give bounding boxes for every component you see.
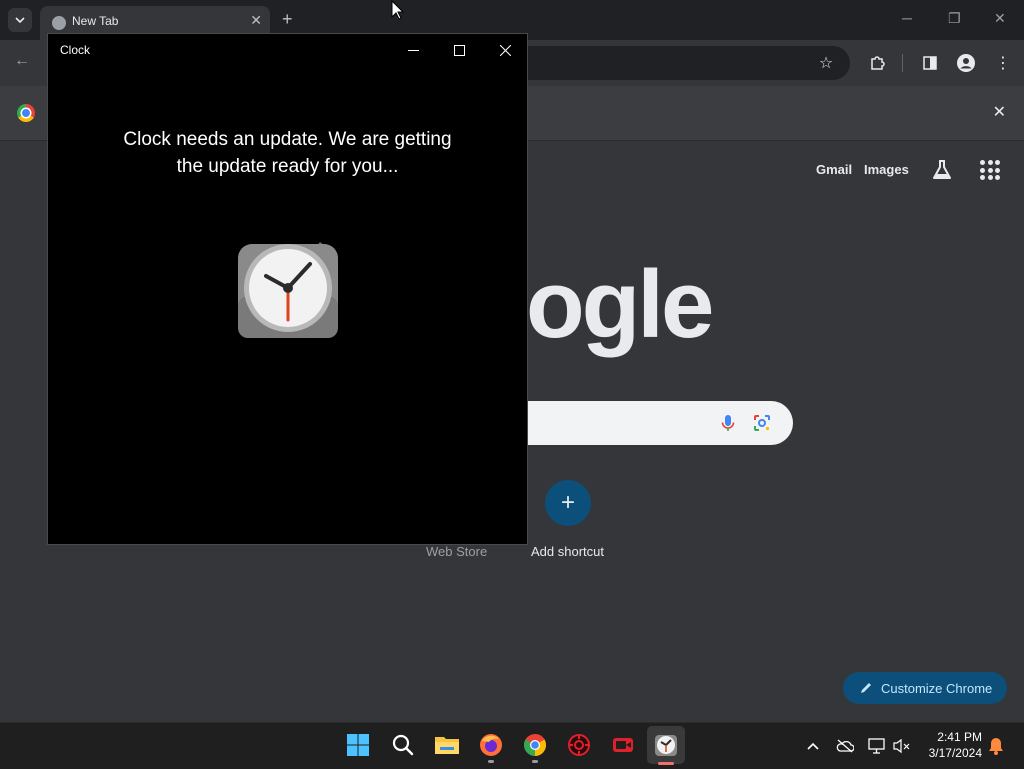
start-button[interactable] [344,731,372,759]
system-time: 2:41 PM [937,730,982,744]
pencil-icon [861,683,871,693]
images-link[interactable]: Images [864,162,909,177]
update-message-line1: Clock needs an update. We are getting [123,129,452,150]
update-message-line2: the update ready for you... [176,156,399,177]
profile-avatar-icon[interactable] [955,52,977,74]
firefox-button[interactable] [477,731,505,763]
clock-window-title: Clock [60,43,91,57]
side-panel-icon[interactable] [919,52,941,74]
gmail-link[interactable]: Gmail [816,162,852,177]
google-apps-icon[interactable] [980,160,1000,180]
mouse-cursor-icon [391,0,405,20]
notification-bell-icon[interactable] [987,737,1005,755]
taskbar: 2:41 PM 3/17/2024 [0,722,1024,769]
running-indicator [488,760,494,763]
active-indicator [658,762,674,765]
clock-close-icon[interactable] [482,34,528,66]
onedrive-offline-icon[interactable] [836,737,854,755]
recorder-icon [613,738,633,752]
customize-chrome-button[interactable]: Customize Chrome [843,672,1007,704]
taskbar-search-button[interactable] [389,731,417,759]
file-explorer-button[interactable] [433,731,461,759]
chrome-logo-icon [17,104,35,122]
back-arrow-icon[interactable]: ← [14,52,30,70]
window-close-icon[interactable]: ✕ [994,10,1006,27]
search-icon [392,734,414,756]
update-message: Clock needs an update. We are getting th… [48,126,527,180]
recorder-app-button[interactable] [609,731,637,759]
labs-flask-icon[interactable] [930,158,954,182]
extensions-puzzle-icon[interactable] [866,52,888,74]
clock-app-icon [655,735,677,756]
info-bar-close-icon[interactable]: ✕ [993,102,1006,122]
google-lens-icon[interactable] [753,414,771,432]
system-date: 3/17/2024 [928,746,982,760]
start-icon [347,734,369,756]
tab-close-icon[interactable]: ✕ [250,12,262,29]
clock-maximize-icon[interactable] [436,34,482,66]
tab-title: New Tab [72,14,119,28]
restore-icon[interactable]: ❐ [948,10,961,27]
clock-app-button[interactable] [647,726,685,765]
minimize-icon[interactable]: ─ [902,10,912,26]
chrome-icon [524,734,546,756]
tab-search-button[interactable] [8,8,32,32]
network-icon[interactable] [868,737,886,755]
shortcut-label-add[interactable]: Add shortcut [531,544,604,559]
add-shortcut-button[interactable]: + [545,480,591,526]
plus-icon: + [560,489,575,516]
customize-chrome-label: Customize Chrome [881,680,993,696]
bookmark-star-icon[interactable]: ☆ [815,52,837,74]
chevron-down-icon [15,17,25,24]
shortcut-label-web-store[interactable]: Web Store [426,544,487,559]
chrome-button[interactable] [521,731,549,763]
stopwatch-clock-icon [238,242,338,338]
new-tab-button[interactable]: + [282,8,293,30]
settings-app-button[interactable] [565,731,593,759]
settings-gear-icon [568,734,590,756]
show-hidden-icons-icon[interactable] [804,737,822,755]
file-explorer-icon [435,737,459,754]
google-logo: ogle [526,251,714,358]
firefox-icon [480,734,502,756]
clock-window: Clock Clock needs an update. We are gett… [47,33,528,545]
system-clock[interactable]: 2:41 PM 3/17/2024 [920,729,982,761]
volume-muted-icon[interactable] [893,737,911,755]
microphone-icon[interactable] [718,413,738,433]
toolbar-divider [902,54,903,72]
chrome-favicon-icon [50,14,68,32]
running-indicator [532,760,538,763]
clock-minimize-icon[interactable] [390,34,436,66]
menu-kebab-icon[interactable]: ⋮ [992,52,1014,74]
